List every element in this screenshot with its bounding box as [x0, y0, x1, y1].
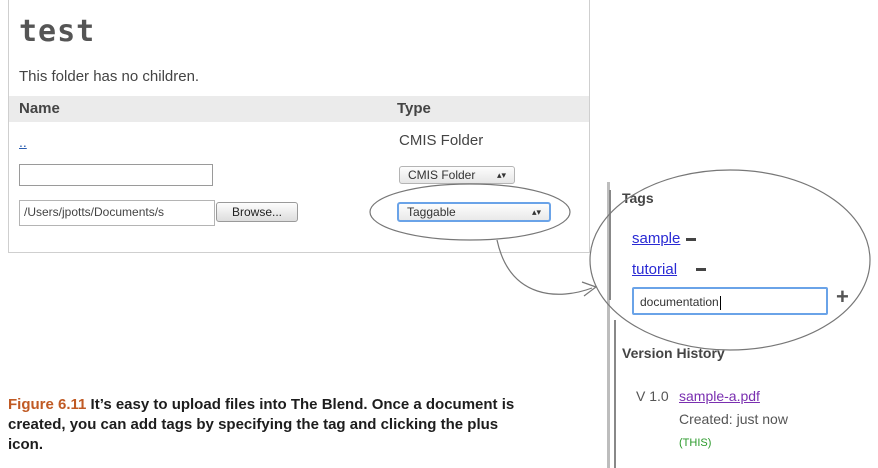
figure-caption: Figure 6.11 It’s easy to upload files in… — [8, 395, 518, 455]
callout-ellipse-right — [589, 169, 871, 351]
callout-ellipse-left — [369, 183, 571, 241]
callout-connector — [496, 239, 593, 295]
figure-label: Figure 6.11 — [8, 396, 87, 413]
